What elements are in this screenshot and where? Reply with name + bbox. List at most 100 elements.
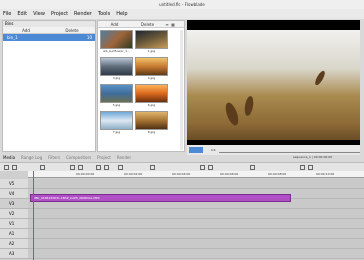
clip-caption: 1.jpg (147, 49, 156, 53)
edit-toolbar (0, 162, 364, 171)
track-header-a2[interactable]: A2 (0, 239, 28, 249)
tab-compositors[interactable]: Compositors (66, 154, 91, 162)
menu-render[interactable]: Render (74, 9, 92, 19)
timeline: 00:00:00:00 00:00:02:00 00:00:04:00 00:0… (0, 171, 364, 260)
media-clip[interactable]: 6.jpg (135, 84, 168, 109)
menu-help[interactable]: Help (116, 9, 127, 19)
append-icon[interactable] (150, 165, 155, 170)
undo-icon[interactable] (200, 165, 205, 170)
media-clip[interactable]: 7.jpg (100, 111, 133, 136)
track-header-v1[interactable]: V1 (0, 219, 28, 229)
insert-icon[interactable] (118, 165, 123, 170)
playhead[interactable] (33, 171, 34, 260)
bins-panel: Bins Add Delete bin_1 10 (2, 20, 96, 152)
clip-thumbnail (135, 30, 168, 49)
ruler-tick: 00:00:06:00 (220, 172, 239, 176)
delete-bin-button[interactable]: Delete (49, 27, 95, 33)
play-icon[interactable] (40, 165, 45, 170)
clip-thumbnail (100, 84, 133, 103)
timeline-ruler[interactable]: 00:00:00:00 00:00:02:00 00:00:04:00 00:0… (28, 171, 364, 178)
bins-buttons: Add Delete (3, 27, 95, 34)
clip-caption: 6.jpg (147, 103, 156, 107)
snap-icon[interactable] (12, 165, 17, 170)
track-header-v4[interactable]: V4 (0, 189, 28, 199)
media-clip[interactable]: wb_sunflower_1... (100, 30, 133, 55)
zoom-icon[interactable] (4, 165, 9, 170)
menu-view[interactable]: View (33, 9, 45, 19)
preview-info: sequence_1 | 00:00:00:00 (293, 155, 333, 159)
ruler-tick: 00:00:02:00 (124, 172, 143, 176)
media-buttons: Add Delete ≡ ▦ (98, 21, 184, 28)
media-scrollbar[interactable] (180, 30, 183, 150)
preview-position-ruler[interactable] (218, 147, 360, 153)
redo-icon[interactable] (208, 165, 213, 170)
clip-caption: 4.jpg (147, 76, 156, 80)
media-clip[interactable]: 1.jpg (135, 30, 168, 55)
ruler-tick: 00:00:04:00 (172, 172, 191, 176)
ruler-tick: 00:00:10:00 (316, 172, 335, 176)
flowblade-window: untitled.flc - Flowblade File Edit View … (0, 0, 364, 260)
preview-controls: 1:1 (187, 145, 360, 155)
add-media-button[interactable]: Add (98, 21, 131, 27)
clip-thumbnail (135, 84, 168, 103)
track-header-v5[interactable]: V5 (0, 179, 28, 189)
track-a1[interactable] (28, 229, 364, 239)
clip-thumbnail (135, 57, 168, 76)
clip-caption: wb_sunflower_1... (103, 49, 130, 53)
menu-file[interactable]: File (3, 9, 11, 19)
menu-tools[interactable]: Tools (98, 9, 110, 19)
bin-count: 10 (86, 35, 92, 40)
timeline-clip[interactable]: MBL_016810WDC-CBSP_AAPS_NORMAL.MP4 (30, 194, 291, 202)
compositor-icon[interactable] (250, 165, 255, 170)
tab-range-log[interactable]: Range Log (21, 154, 42, 162)
tab-project[interactable]: Project (97, 154, 111, 162)
add-bin-button[interactable]: Add (3, 27, 49, 33)
monitor-switch-button[interactable] (189, 147, 203, 153)
preview-monitor (187, 20, 360, 145)
track-v2[interactable] (28, 209, 364, 219)
zoom-in-icon[interactable] (300, 165, 305, 170)
media-panel: Add Delete ≡ ▦ wb_sunflower_1... 1.jpg 3… (97, 20, 185, 152)
view-grid-icon[interactable]: ▦ (170, 21, 176, 27)
clip-thumbnail (100, 57, 133, 76)
track-header-a1[interactable]: A1 (0, 229, 28, 239)
tab-filters[interactable]: Filters (48, 154, 60, 162)
clip-caption: 3.jpg (112, 76, 121, 80)
track-v5[interactable] (28, 179, 364, 189)
media-clip[interactable]: 5.jpg (100, 84, 133, 109)
tab-media[interactable]: Media (3, 154, 15, 162)
splice-icon[interactable] (78, 165, 83, 170)
track-v1[interactable] (28, 219, 364, 229)
menu-bar: File Edit View Project Render Tools Help (0, 9, 364, 19)
zoom-out-icon[interactable] (308, 165, 313, 170)
clip-thumbnail (135, 111, 168, 130)
track-header-v2[interactable]: V2 (0, 209, 28, 219)
track-header-v3[interactable]: V3 (0, 199, 28, 209)
track-header-a3[interactable]: A3 (0, 249, 28, 259)
lift-icon[interactable] (96, 165, 101, 170)
media-clip[interactable]: 4.jpg (135, 57, 168, 82)
preview-frame (187, 30, 360, 140)
media-clip[interactable]: 8.jpg (135, 111, 168, 136)
tab-render[interactable]: Render (117, 154, 131, 162)
window-title: untitled.flc - Flowblade (0, 0, 364, 9)
clip-caption: 7.jpg (112, 130, 121, 134)
ruler-tick: 00:00:00:00 (76, 172, 95, 176)
clip-thumbnail (100, 111, 133, 130)
media-clip[interactable]: 3.jpg (100, 57, 133, 82)
track-a2[interactable] (28, 239, 364, 249)
overwrite-icon[interactable] (104, 165, 109, 170)
preview-timecode: 1:1 (211, 148, 216, 152)
menu-edit[interactable]: Edit (17, 9, 27, 19)
clip-thumbnail (100, 30, 133, 49)
bin-item[interactable]: bin_1 10 (3, 34, 95, 41)
bin-name: bin_1 (7, 35, 18, 40)
menu-project[interactable]: Project (51, 9, 68, 19)
delete-media-button[interactable]: Delete (131, 21, 164, 27)
clip-caption: 8.jpg (147, 130, 156, 134)
notebook-tabs: Media Range Log Filters Compositors Proj… (0, 154, 186, 162)
clip-caption: 5.jpg (112, 103, 121, 107)
track-a3[interactable] (28, 249, 364, 259)
cut-icon[interactable] (70, 165, 75, 170)
ruler-tick: 00:00:08:00 (268, 172, 287, 176)
